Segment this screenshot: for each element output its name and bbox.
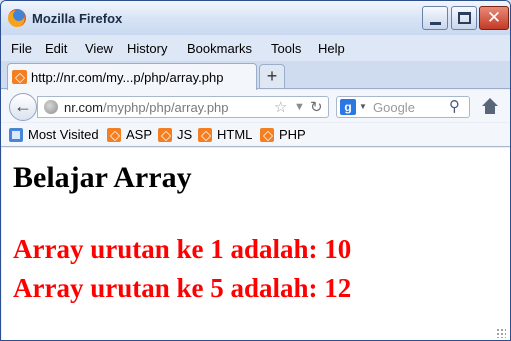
menu-edit[interactable]: Edit	[45, 41, 67, 56]
search-input[interactable]: Google	[373, 100, 415, 115]
url-host: nr.com	[64, 100, 104, 115]
home-icon-body	[485, 106, 495, 114]
search-bar[interactable]: g ▼ Google ⚲	[336, 96, 470, 118]
bookmark-label: PHP	[279, 127, 306, 142]
tab-array-php[interactable]: http://nr.com/my...p/php/array.php	[7, 63, 257, 90]
menu-history[interactable]: History	[127, 41, 167, 56]
xampp-favicon-icon	[107, 128, 121, 142]
maximize-button[interactable]	[451, 6, 477, 30]
menu-bar: File Edit View History Bookmarks Tools H…	[1, 35, 510, 61]
navigation-bar: ← nr.com/myphp/php/array.php ☆ ▼ ↻ g ▼ G…	[1, 90, 510, 122]
firefox-logo-icon	[8, 9, 26, 27]
minimize-icon	[430, 22, 441, 25]
menu-help[interactable]: Help	[318, 41, 345, 56]
back-arrow-icon: ←	[14, 96, 32, 116]
google-search-engine-icon[interactable]: g	[340, 99, 356, 115]
url-bar[interactable]: nr.com/myphp/php/array.php ☆ ▼ ↻	[37, 96, 329, 118]
url-path: /myphp/php/array.php	[103, 100, 229, 115]
maximize-icon	[458, 12, 471, 24]
bookmarks-toolbar: Most Visited ASP JS HTML PHP	[1, 123, 510, 147]
close-icon: ✕	[486, 8, 502, 27]
minimize-button[interactable]	[422, 6, 448, 30]
home-icon	[482, 98, 498, 106]
new-tab-button[interactable]: +	[259, 64, 285, 89]
globe-icon	[44, 100, 58, 114]
bookmark-label: HTML	[217, 127, 253, 142]
array-result-line: Array urutan ke 5 adalah: 12	[13, 273, 352, 303]
most-visited-icon	[9, 128, 23, 142]
back-button[interactable]: ←	[9, 93, 37, 121]
engine-dropdown-icon[interactable]: ▼	[359, 102, 367, 111]
tab-strip: http://nr.com/my...p/php/array.php +	[1, 61, 510, 90]
reload-icon[interactable]: ↻	[310, 98, 323, 116]
resize-grip-icon[interactable]	[496, 328, 506, 338]
page-heading: Belajar Array	[13, 161, 192, 194]
search-magnifier-icon[interactable]: ⚲	[449, 97, 460, 115]
window-title: Mozilla Firefox	[32, 11, 123, 26]
bookmark-label: ASP	[126, 127, 153, 142]
history-dropdown-icon[interactable]: ▼	[294, 101, 305, 113]
home-button[interactable]	[479, 96, 501, 118]
xampp-favicon-icon	[12, 70, 27, 84]
close-button[interactable]: ✕	[479, 6, 509, 30]
xampp-favicon-icon	[198, 128, 212, 142]
tab-title: http://nr.com/my...p/php/array.php	[31, 70, 224, 85]
bookmark-label: Most Visited	[28, 127, 99, 142]
menu-view[interactable]: View	[85, 41, 113, 56]
url-text[interactable]: nr.com/myphp/php/array.php	[64, 100, 229, 115]
title-bar[interactable]: Mozilla Firefox ✕	[1, 1, 510, 35]
xampp-favicon-icon	[158, 128, 172, 142]
menu-bookmarks[interactable]: Bookmarks	[187, 41, 252, 56]
menu-file[interactable]: File	[11, 41, 32, 56]
array-result-line: Array urutan ke 1 adalah: 10	[13, 234, 352, 264]
bookmark-label: JS	[177, 127, 193, 142]
page-content: Belajar Array Array urutan ke 1 adalah: …	[2, 148, 510, 340]
xampp-favicon-icon	[260, 128, 274, 142]
firefox-window: Mozilla Firefox ✕ File Edit View History…	[0, 0, 511, 341]
menu-tools[interactable]: Tools	[271, 41, 301, 56]
bookmark-star-icon[interactable]: ☆	[274, 98, 287, 116]
